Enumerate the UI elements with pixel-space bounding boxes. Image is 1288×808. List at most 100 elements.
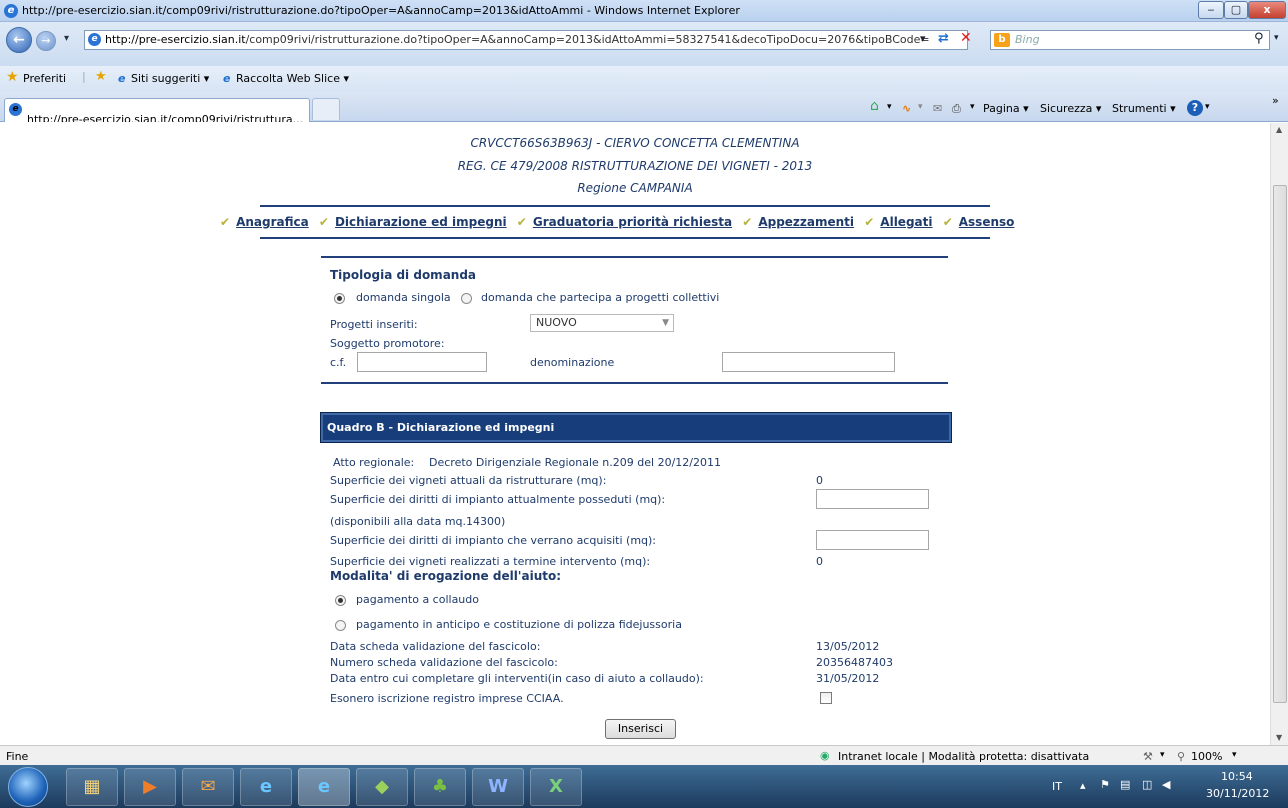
clock-time[interactable]: 10:54 [1221,770,1253,783]
network-icon[interactable]: ▤ [1120,778,1130,791]
nav-dichiarazione[interactable]: Dichiarazione ed impegni [335,215,507,229]
tipologia-title: Tipologia di domanda [330,268,477,282]
zoom-dropdown-icon[interactable]: ▾ [1232,750,1237,760]
feeds-dropdown-icon[interactable]: ▾ [918,102,923,112]
address-dropdown-icon[interactable]: ▾ [920,32,926,45]
power-icon[interactable]: ◫ [1142,778,1152,791]
search-icon[interactable]: ⚲ [1254,31,1264,46]
maximize-button[interactable]: ▢ [1224,1,1248,19]
protected-mode-icon[interactable]: ⚒ [1143,750,1153,763]
radio-domanda-singola[interactable] [334,293,345,304]
security-menu[interactable]: Sicurezza ▾ [1040,102,1101,115]
check-icon: ✔ [516,215,527,229]
denominazione-input[interactable] [722,352,895,372]
sup2-input[interactable] [816,489,929,509]
numero-scheda-value: 20356487403 [816,656,893,669]
protected-dropdown-icon[interactable]: ▾ [1160,750,1165,760]
history-dropdown-icon[interactable]: ▾ [64,33,69,44]
address-input[interactable]: e http://pre-esercizio.sian.it/comp09riv… [84,30,968,50]
ie-active-taskbar-icon[interactable]: e [298,768,350,806]
page-content: CRVCCT66S63B963J - CIERVO CONCETTA CLEME… [0,123,1270,745]
page-icon: e [88,33,101,46]
esonero-checkbox[interactable] [820,692,832,704]
cf-input[interactable] [357,352,487,372]
zoom-level[interactable]: 100% [1191,750,1222,763]
show-hidden-icons-icon[interactable]: ▴ [1080,779,1086,792]
nav-allegati[interactable]: Allegati [880,215,932,229]
back-button[interactable]: ← [6,27,32,53]
add-favorite-icon[interactable]: ★ [95,69,107,84]
mail-icon[interactable]: ✉ [933,102,942,115]
print-dropdown-icon[interactable]: ▾ [970,102,975,112]
feeds-icon[interactable]: ∿ [902,102,911,115]
nav-anagrafica[interactable]: Anagrafica [236,215,309,229]
active-tab[interactable]: e http://pre-esercizio.sian.it/comp09riv… [4,98,310,122]
ie-pinned-taskbar-icon[interactable]: e [240,768,292,806]
start-button[interactable] [8,767,48,807]
outlook-taskbar-icon[interactable]: ✉ [182,768,234,806]
page-menu[interactable]: Pagina ▾ [983,102,1029,115]
web-slice-gallery-link[interactable]: Raccolta Web Slice ▾ [236,72,349,85]
favorites-button[interactable]: Preferiti [23,72,66,85]
refresh-icon[interactable]: ⇄ [938,31,949,46]
suggested-sites-link[interactable]: Siti suggeriti ▾ [131,72,209,85]
print-icon[interactable]: ⎙ [952,102,961,116]
nav-appezzamenti[interactable]: Appezzamenti [758,215,854,229]
zone-icon: ◉ [820,749,830,762]
nav-graduatoria[interactable]: Graduatoria priorità richiesta [533,215,732,229]
excel-taskbar-icon[interactable]: X [530,768,582,806]
scroll-up-icon[interactable]: ▲ [1276,125,1282,134]
nav-top-line [260,205,990,207]
domanda-collettiva-label: domanda che partecipa a progetti collett… [481,291,720,304]
scroll-thumb[interactable] [1273,185,1287,703]
search-placeholder: Bing [1015,33,1040,46]
stop-icon[interactable]: ✕ [960,30,972,46]
radio-pagamento-collaudo[interactable] [335,595,346,606]
region-header: Regione CAMPANIA [577,181,693,195]
word-taskbar-icon[interactable]: W [472,768,524,806]
clock-date[interactable]: 30/11/2012 [1206,787,1269,800]
new-tab-button[interactable] [312,98,340,120]
tools-menu[interactable]: Strumenti ▾ [1112,102,1176,115]
modalita-title: Modalita' di erogazione dell'aiuto: [330,569,562,583]
scroll-down-icon[interactable]: ▼ [1276,733,1282,742]
data-scheda-value: 13/05/2012 [816,640,880,653]
progetti-select-value: NUOVO [536,316,577,329]
inserisci-button[interactable]: Inserisci [605,719,676,739]
tab-page-icon: e [9,103,22,116]
radio-pagamento-anticipo[interactable] [335,620,346,631]
home-icon[interactable]: ⌂ [870,98,879,114]
zone-status[interactable]: Intranet locale | Modalità protetta: dis… [838,750,1089,763]
minimize-button[interactable]: ‒ [1198,1,1224,19]
pagamento-collaudo-label: pagamento a collaudo [356,593,479,606]
data-entro-label: Data entro cui completare gli interventi… [330,672,704,685]
search-input[interactable]: b Bing [990,30,1270,50]
zoom-icon: ⚲ [1177,750,1186,763]
game-taskbar-icon[interactable]: ♣ [414,768,466,806]
windows-taskbar: ▦ ▶ ✉ e e ◆ ♣ W X IT ▴ ⚑ ▤ ◫ ◀ 10:54 30/… [0,765,1288,808]
soggetto-label: Soggetto promotore: [330,337,445,350]
tipologia-bottom-line [321,382,948,384]
media-player-taskbar-icon[interactable]: ▶ [124,768,176,806]
help-dropdown-icon[interactable]: ▾ [1205,102,1210,112]
volume-icon[interactable]: ◀ [1162,778,1170,791]
forward-button[interactable]: → [36,31,56,51]
section-nav: ✔ Anagrafica ✔ Dichiarazione ed impegni ✔ G… [220,215,1020,229]
language-indicator[interactable]: IT [1052,780,1062,793]
action-center-icon[interactable]: ⚑ [1100,778,1110,791]
vertical-scrollbar[interactable]: ▲ ▼ [1270,123,1288,745]
search-options-icon[interactable]: ▾ [1274,33,1279,43]
explorer-taskbar-icon[interactable]: ▦ [66,768,118,806]
nav-assenso[interactable]: Assenso [959,215,1015,229]
close-button[interactable]: x [1248,1,1286,19]
sup1-value: 0 [816,474,823,487]
progetti-select[interactable]: NUOVO ▼ [530,314,674,332]
sup3-input[interactable] [816,530,929,550]
app-taskbar-icon[interactable]: ◆ [356,768,408,806]
help-icon[interactable]: ? [1187,100,1203,116]
sup1-label: Superficie dei vigneti attuali da ristru… [330,474,607,487]
chevron-down-icon: ▼ [662,318,669,328]
more-commands-icon[interactable]: » [1272,94,1279,107]
home-dropdown-icon[interactable]: ▾ [887,102,892,112]
radio-domanda-collettiva[interactable] [461,293,472,304]
